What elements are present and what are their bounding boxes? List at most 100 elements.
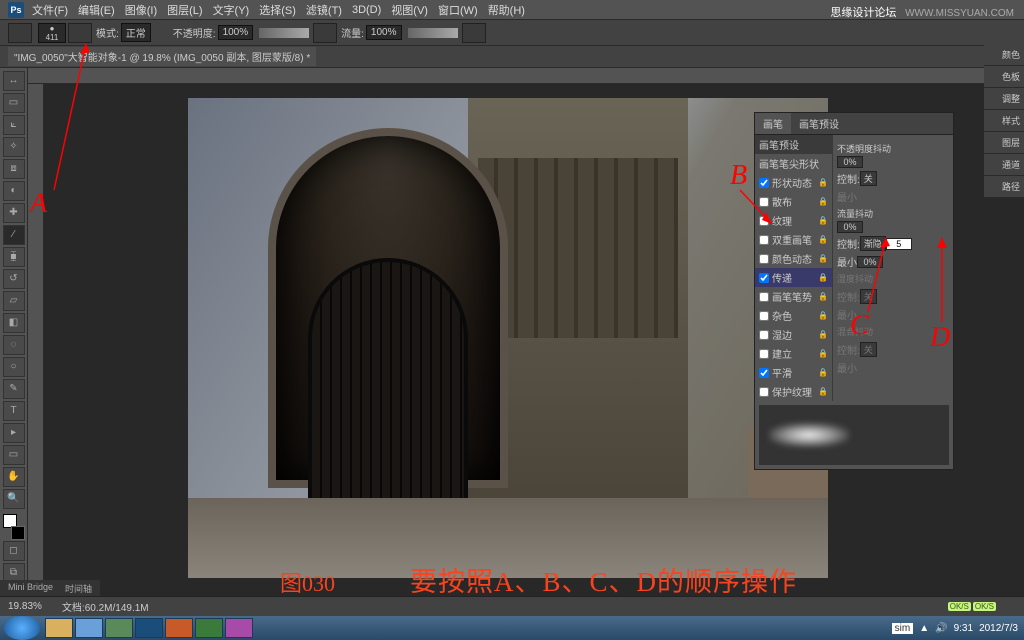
list-item-smooth[interactable]: 平滑🔒	[755, 363, 832, 382]
brush-tool[interactable]: ∕	[3, 225, 25, 245]
list-item-dual[interactable]: 双重画笔🔒	[755, 230, 832, 249]
check-protect[interactable]	[759, 387, 769, 397]
control2-num[interactable]: 5	[886, 238, 912, 250]
eyedropper-tool[interactable]: ◐	[3, 181, 25, 201]
gradient-tool[interactable]: ◧	[3, 313, 25, 333]
panel-channels[interactable]: 通道	[984, 154, 1024, 176]
check-smooth[interactable]	[759, 368, 769, 378]
mode-select[interactable]: 正常	[121, 23, 151, 42]
panel-styles[interactable]: 样式	[984, 110, 1024, 132]
photoshop-icon[interactable]: Ps	[8, 2, 24, 18]
opacity-value[interactable]: 100%	[218, 25, 254, 40]
taskbar-app-icon[interactable]	[105, 618, 133, 638]
hand-tool[interactable]: ✋	[3, 467, 25, 487]
check-pose[interactable]	[759, 292, 769, 302]
panel-layers[interactable]: 图层	[984, 132, 1024, 154]
control4-select[interactable]: 关	[860, 342, 877, 357]
list-header[interactable]: 画笔预设	[755, 135, 832, 154]
check-noise[interactable]	[759, 311, 769, 321]
clock-date[interactable]: 2012/7/3	[979, 623, 1018, 634]
list-item-shape[interactable]: 形状动态🔒	[755, 173, 832, 192]
tab-minibridge[interactable]: Mini Bridge	[8, 582, 53, 594]
check-transfer[interactable]	[759, 273, 769, 283]
clock-time[interactable]: 9:31	[954, 623, 973, 634]
panel-colors[interactable]: 颜色	[984, 44, 1024, 66]
background-color[interactable]	[11, 526, 25, 540]
pen-tool[interactable]: ✎	[3, 379, 25, 399]
quickmask-icon[interactable]: ◻	[3, 541, 25, 561]
flow-jitter-val[interactable]: 0%	[837, 221, 863, 233]
taskbar-app-icon[interactable]	[225, 618, 253, 638]
menu-layer[interactable]: 图层(L)	[167, 2, 202, 18]
path-tool[interactable]: ▸	[3, 423, 25, 443]
menu-select[interactable]: 选择(S)	[259, 2, 296, 18]
menu-edit[interactable]: 编辑(E)	[78, 2, 115, 18]
tab-brush[interactable]: 画笔	[755, 113, 791, 134]
check-scatter[interactable]	[759, 197, 769, 207]
heal-tool[interactable]: ✚	[3, 203, 25, 223]
canvas-image[interactable]	[188, 98, 828, 578]
menu-view[interactable]: 视图(V)	[391, 2, 428, 18]
panel-paths[interactable]: 路径	[984, 176, 1024, 198]
control3-select[interactable]: 关	[860, 289, 877, 304]
zoom-tool[interactable]: 🔍	[3, 489, 25, 509]
check-dual[interactable]	[759, 235, 769, 245]
lasso-tool[interactable]: ⟀	[3, 115, 25, 135]
list-item-tip[interactable]: 画笔笔尖形状	[755, 154, 832, 173]
document-tab[interactable]: "IMG_0050"大智能对象-1 @ 19.8% (IMG_0050 副本, …	[8, 47, 316, 66]
menu-file[interactable]: 文件(F)	[32, 2, 68, 18]
taskbar-app-icon[interactable]	[75, 618, 103, 638]
menu-image[interactable]: 图像(I)	[125, 2, 157, 18]
brush-panel-toggle-icon[interactable]	[68, 23, 92, 43]
flow-value[interactable]: 100%	[366, 25, 402, 40]
stamp-tool[interactable]: ⧯	[3, 247, 25, 267]
check-texture[interactable]	[759, 216, 769, 226]
list-item-buildup[interactable]: 建立🔒	[755, 344, 832, 363]
flow-slider[interactable]	[408, 28, 458, 38]
taskbar-explorer-icon[interactable]	[45, 618, 73, 638]
tab-brush-presets[interactable]: 画笔预设	[791, 113, 847, 134]
check-shape[interactable]	[759, 178, 769, 188]
control1-select[interactable]: 关	[860, 171, 877, 186]
brush-preview[interactable]: ●411	[38, 23, 66, 43]
opacity-jitter-val[interactable]: 0%	[837, 156, 863, 168]
menu-filter[interactable]: 滤镜(T)	[306, 2, 342, 18]
zoom-level[interactable]: 19.83%	[8, 601, 42, 612]
list-item-texture[interactable]: 纹理🔒	[755, 211, 832, 230]
check-buildup[interactable]	[759, 349, 769, 359]
menu-3d[interactable]: 3D(D)	[352, 4, 381, 16]
min2-val[interactable]: 0%	[857, 256, 883, 268]
taskbar-ps-icon[interactable]	[135, 618, 163, 638]
history-brush-tool[interactable]: ↺	[3, 269, 25, 289]
check-wetedge[interactable]	[759, 330, 769, 340]
list-item-pose[interactable]: 画笔笔势🔒	[755, 287, 832, 306]
taskbar-app-icon[interactable]	[165, 618, 193, 638]
ime-indicator[interactable]: sim	[892, 623, 914, 634]
wand-tool[interactable]: ✧	[3, 137, 25, 157]
list-item-transfer[interactable]: 传递🔒	[755, 268, 832, 287]
crop-tool[interactable]: ⧈	[3, 159, 25, 179]
menu-help[interactable]: 帮助(H)	[488, 2, 525, 18]
panel-adjustments[interactable]: 调整	[984, 88, 1024, 110]
blur-tool[interactable]: ◌	[3, 335, 25, 355]
list-item-color[interactable]: 颜色动态🔒	[755, 249, 832, 268]
tray-icon[interactable]: ▲	[919, 623, 929, 634]
start-button[interactable]	[4, 616, 40, 640]
color-swatches[interactable]	[3, 514, 25, 540]
list-item-wetedge[interactable]: 湿边🔒	[755, 325, 832, 344]
tab-timeline[interactable]: 时间轴	[65, 582, 92, 594]
opacity-slider[interactable]	[259, 28, 309, 38]
control2-select[interactable]: 渐隐	[860, 236, 886, 251]
menu-type[interactable]: 文字(Y)	[213, 2, 250, 18]
type-tool[interactable]: T	[3, 401, 25, 421]
menu-window[interactable]: 窗口(W)	[438, 2, 478, 18]
list-item-scatter[interactable]: 散布🔒	[755, 192, 832, 211]
airbrush-icon[interactable]	[462, 23, 486, 43]
pressure-opacity-icon[interactable]	[313, 23, 337, 43]
tool-preset-icon[interactable]	[8, 23, 32, 43]
eraser-tool[interactable]: ▱	[3, 291, 25, 311]
check-color[interactable]	[759, 254, 769, 264]
list-item-protect[interactable]: 保护纹理🔒	[755, 382, 832, 401]
shape-tool[interactable]: ▭	[3, 445, 25, 465]
move-tool[interactable]: ↔	[3, 71, 25, 91]
